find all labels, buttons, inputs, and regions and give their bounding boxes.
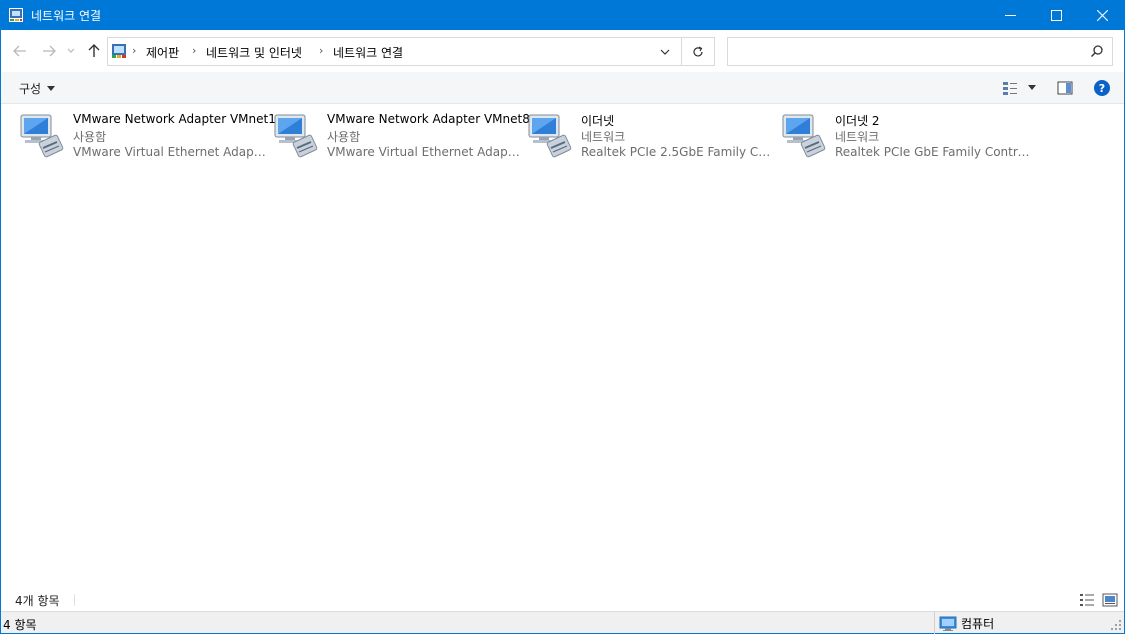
adapter-device: Realtek PCIe 2.5GbE Family Cont...	[581, 145, 775, 159]
change-view-icon[interactable]	[1002, 80, 1018, 96]
divider	[74, 594, 75, 606]
command-bar: 구성 ?	[1, 72, 1124, 104]
arrow-left-icon	[13, 45, 26, 57]
adapter-status: 사용함	[73, 130, 107, 144]
search-input[interactable]	[727, 37, 1113, 66]
divider	[934, 612, 935, 634]
close-button[interactable]	[1079, 0, 1125, 30]
search-icon	[1091, 45, 1103, 57]
preview-pane-icon[interactable]	[1057, 80, 1073, 96]
adapter-status: 사용함	[327, 130, 361, 144]
control-panel-icon	[112, 44, 126, 58]
computer-icon	[939, 616, 957, 631]
adapter-item-ethernet[interactable]: 이더넷 네트워크 Realtek PCIe 2.5GbE Family Cont…	[527, 112, 777, 168]
network-adapter-icon	[274, 114, 318, 158]
recent-locations-button[interactable]	[65, 42, 77, 60]
maximize-button[interactable]	[1033, 0, 1079, 30]
close-icon	[1096, 9, 1108, 21]
adapter-name: 이더넷	[581, 114, 615, 128]
arrow-right-icon	[43, 45, 56, 57]
adapter-status: 네트워크	[835, 130, 880, 144]
details-view-icon[interactable]	[1079, 593, 1095, 607]
minimize-icon	[1004, 14, 1016, 16]
up-button[interactable]	[85, 42, 103, 60]
network-adapter-icon	[528, 114, 572, 158]
status-zone: 컴퓨터	[939, 615, 994, 632]
resize-grip-icon[interactable]	[1110, 619, 1122, 631]
adapter-item-vmnet1[interactable]: VMware Network Adapter VMnet1 사용함 VMware…	[19, 112, 276, 168]
item-count-row: 4개 항목	[1, 590, 1124, 610]
breadcrumb-separator: ›	[319, 44, 324, 57]
adapter-status: 네트워크	[581, 130, 626, 144]
network-connections-icon	[9, 8, 23, 22]
breadcrumb-separator: ›	[132, 44, 137, 57]
status-item-count: 4 항목	[3, 618, 37, 632]
caret-down-icon	[47, 86, 56, 91]
adapter-name: 이더넷 2	[835, 114, 880, 128]
chevron-down-icon	[660, 49, 670, 55]
adapter-name: VMware Network Adapter VMnet1	[73, 112, 276, 126]
adapter-device: VMware Virtual Ethernet Adapter...	[73, 145, 267, 159]
breadcrumb-network-internet[interactable]: 네트워크 및 인터넷	[206, 44, 302, 61]
adapter-item-ethernet-2[interactable]: 이더넷 2 네트워크 Realtek PCIe GbE Family Contr…	[781, 112, 1041, 168]
refresh-icon	[693, 45, 703, 56]
organize-button[interactable]: 구성	[19, 80, 56, 97]
breadcrumb-separator: ›	[192, 44, 197, 57]
status-zone-label: 컴퓨터	[961, 617, 995, 631]
address-history-button[interactable]	[655, 44, 675, 60]
chevron-down-icon	[67, 48, 75, 53]
address-bar[interactable]: › 제어판 › 네트워크 및 인터넷 › 네트워크 연결	[107, 37, 682, 66]
back-button[interactable]	[11, 42, 29, 60]
network-adapter-icon	[20, 114, 64, 158]
refresh-button[interactable]	[682, 37, 715, 66]
status-bar: 4 항목 컴퓨터	[1, 611, 1124, 634]
svg-text:?: ?	[1099, 82, 1105, 95]
large-icons-view-icon[interactable]	[1102, 593, 1118, 607]
minimize-button[interactable]	[987, 0, 1033, 30]
adapter-item-vmnet8[interactable]: VMware Network Adapter VMnet8 사용함 VMware…	[273, 112, 530, 168]
window-title: 네트워크 연결	[31, 9, 102, 23]
arrow-up-icon	[88, 44, 100, 57]
view-options-caret-icon[interactable]	[1028, 85, 1036, 90]
breadcrumb-network-connections[interactable]: 네트워크 연결	[333, 44, 403, 61]
forward-button[interactable]	[40, 42, 58, 60]
title-bar: 네트워크 연결	[0, 0, 1125, 30]
adapter-device: Realtek PCIe GbE Family Controller	[835, 145, 1035, 159]
breadcrumb-control-panel[interactable]: 제어판	[146, 44, 179, 61]
adapter-device: VMware Virtual Ethernet Adapter...	[327, 145, 521, 159]
organize-label: 구성	[19, 82, 42, 96]
maximize-icon	[1050, 9, 1062, 21]
help-icon[interactable]: ?	[1093, 79, 1111, 97]
adapter-name: VMware Network Adapter VMnet8	[327, 112, 530, 126]
item-count: 4개 항목	[15, 594, 60, 608]
adapter-list: VMware Network Adapter VMnet1 사용함 VMware…	[1, 104, 1124, 590]
network-adapter-icon	[782, 114, 826, 158]
